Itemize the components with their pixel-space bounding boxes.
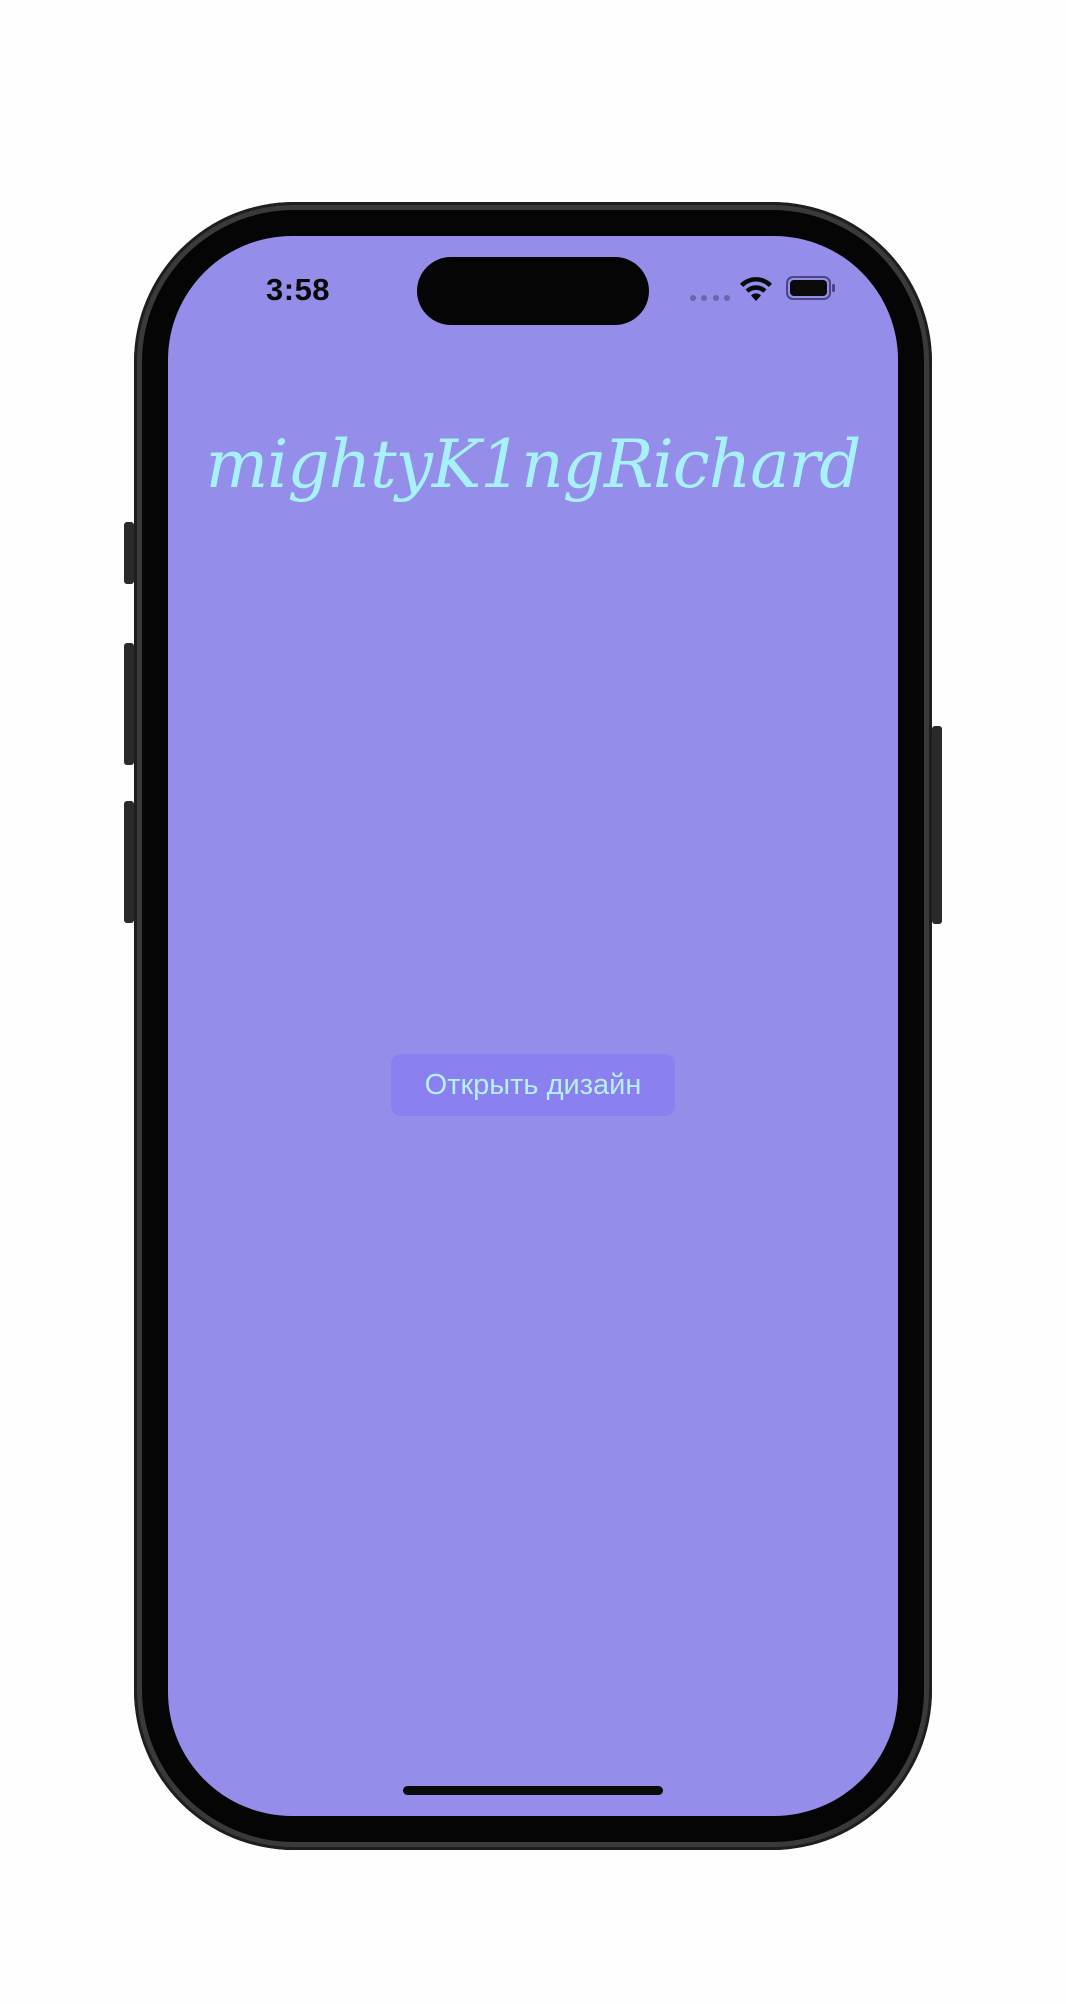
battery-icon [786, 276, 835, 300]
app-screen: 3:58 mightyK1ngRichard Открыть дизайн [168, 236, 898, 1816]
app-title: mightyK1ngRichard [205, 426, 862, 503]
volume-up-button [124, 643, 134, 765]
home-indicator[interactable] [403, 1786, 663, 1795]
wifi-icon [740, 277, 772, 301]
device-mockup: 3:58 mightyK1ngRichard Открыть дизайн [0, 0, 1066, 2004]
signal-dots-icon [690, 295, 730, 301]
dynamic-island [417, 257, 649, 325]
volume-down-button [124, 801, 134, 923]
open-design-button[interactable]: Открыть дизайн [391, 1054, 675, 1116]
power-button [932, 726, 942, 924]
status-time: 3:58 [266, 272, 331, 307]
silent-switch [124, 522, 134, 584]
